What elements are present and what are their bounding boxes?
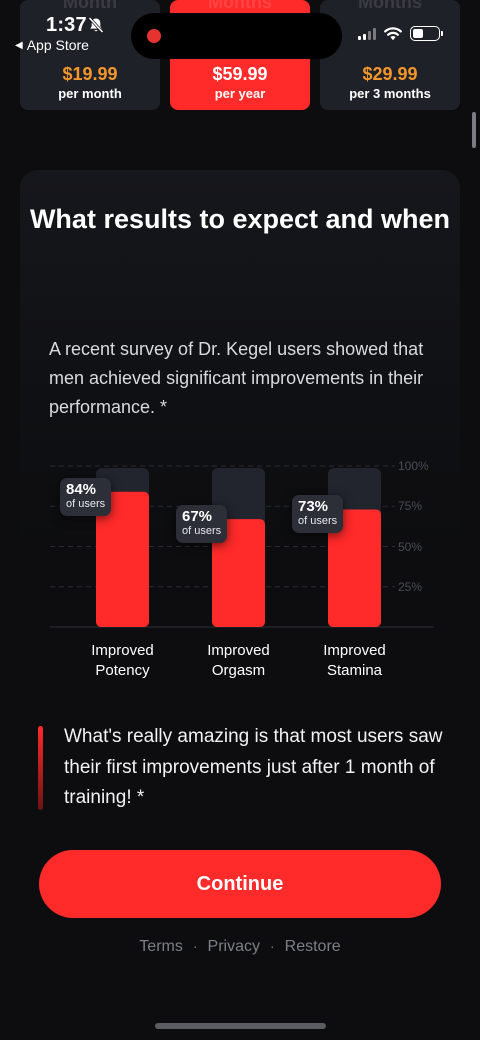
- value-sub-label: of users: [182, 525, 222, 538]
- restore-link[interactable]: Restore: [285, 938, 341, 956]
- plan-price: $59.99: [212, 64, 268, 84]
- scrollbar-thumb[interactable]: [472, 112, 476, 148]
- category-label: Improved Stamina: [323, 642, 386, 679]
- value-bubble: 84% of users: [60, 477, 112, 516]
- quote-text: What's really amazing is that most users…: [64, 726, 443, 808]
- card-intro: A recent survey of Dr. Kegel users showe…: [49, 339, 424, 417]
- back-triangle-icon: ◀: [15, 39, 23, 51]
- plan-price: $19.99: [62, 64, 118, 84]
- category-label: Improved Potency: [91, 642, 154, 679]
- home-indicator[interactable]: [155, 1023, 326, 1029]
- link-separator: ·: [269, 938, 275, 954]
- plan-price: $29.99: [362, 64, 418, 84]
- value-bubble: 67% of users: [176, 505, 228, 544]
- status-bar: 1:37 ◀ App Store: [0, 0, 480, 60]
- wifi-icon: [384, 27, 402, 41]
- battery-icon: [410, 26, 443, 41]
- link-separator: ·: [192, 938, 198, 954]
- quote-accent-bar: [38, 726, 43, 810]
- results-chart: 100% 75% 50% 25% 84% of users Improved Potency…: [50, 459, 450, 690]
- recording-dot-icon: [147, 29, 161, 43]
- footer-links: Terms · Privacy · Restore: [0, 938, 480, 956]
- signal-icon: [358, 27, 376, 40]
- terms-link[interactable]: Terms: [139, 938, 183, 956]
- paywall-screen: Month $19.99 per month Months $59.99 per…: [0, 0, 480, 1040]
- plan-period: per 3 months: [349, 86, 431, 101]
- value-sub-label: of users: [66, 497, 106, 510]
- category-label: Improved Orgasm: [207, 642, 270, 679]
- value-bubble: 73% of users: [292, 495, 344, 534]
- value-label: 67%: [182, 508, 213, 526]
- y-tick-label: 25%: [398, 579, 423, 594]
- value-sub-label: of users: [298, 515, 338, 528]
- value-label: 84%: [66, 480, 97, 498]
- plan-period: per month: [58, 86, 122, 101]
- y-tick-label: 50%: [398, 539, 423, 554]
- continue-button[interactable]: Continue: [39, 850, 441, 918]
- back-app-label: App Store: [26, 37, 89, 53]
- system-icons: [358, 26, 443, 41]
- privacy-link[interactable]: Privacy: [208, 938, 260, 956]
- back-to-app-store[interactable]: ◀ App Store: [15, 37, 89, 53]
- y-tick-label: 100%: [398, 459, 429, 473]
- status-time: 1:37: [46, 14, 87, 36]
- bell-muted-icon: [88, 16, 104, 34]
- y-tick-label: 75%: [398, 499, 423, 514]
- value-label: 73%: [298, 498, 329, 516]
- card-title: What results to expect and when: [29, 204, 451, 234]
- plan-period: per year: [214, 86, 266, 101]
- dynamic-island: [131, 13, 342, 59]
